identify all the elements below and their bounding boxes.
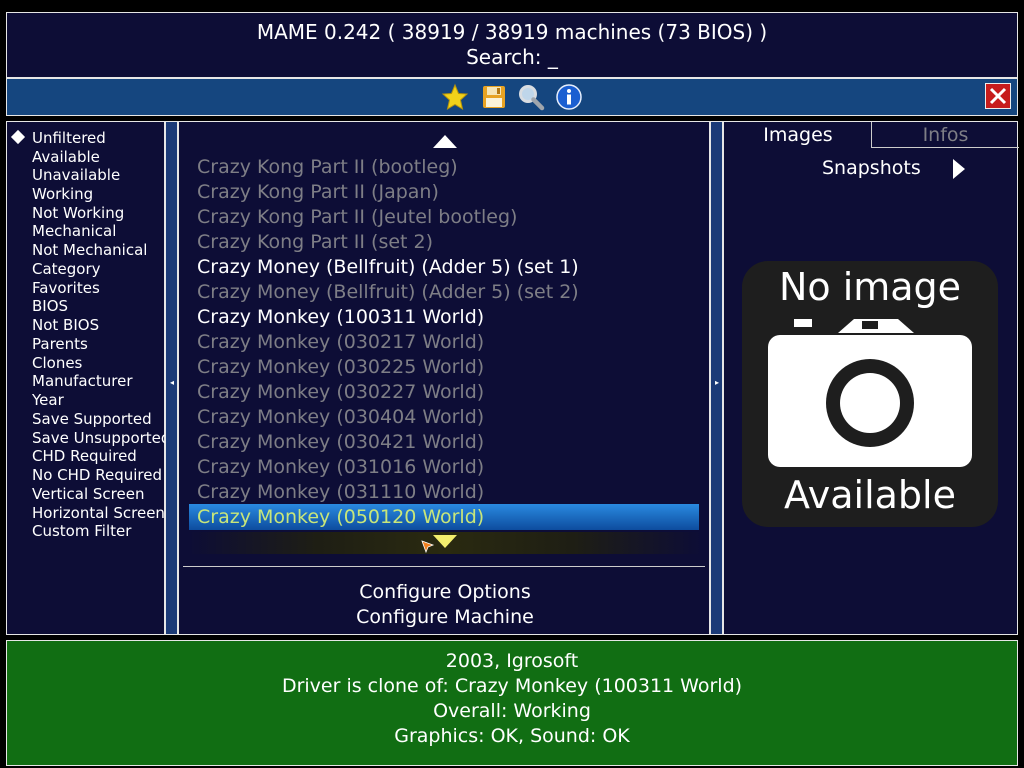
list-item[interactable]: Crazy Monkey (030404 World): [197, 405, 484, 430]
list-item-selected[interactable]: Crazy Monkey (050120 World): [197, 505, 484, 530]
list-item[interactable]: Crazy Monkey (030217 World): [197, 330, 484, 355]
list-item[interactable]: Crazy Kong Part II (Japan): [197, 180, 439, 205]
filter-item-save-supported[interactable]: Save Supported: [32, 410, 152, 428]
machine-info-panel: 2003, Igrosoft Driver is clone of: Crazy…: [6, 640, 1018, 766]
list-item[interactable]: Crazy Monkey (100311 World): [197, 305, 484, 330]
info-icon[interactable]: [555, 83, 583, 111]
machine-list: Crazy Kong Part II (bootleg) Crazy Kong …: [178, 121, 710, 635]
no-image-text: No image: [778, 265, 962, 309]
year-manufacturer: 2003, Igrosoft: [445, 650, 579, 672]
list-item[interactable]: Crazy Money (Bellfruit) (Adder 5) (set 1…: [197, 255, 579, 280]
list-item[interactable]: Crazy Monkey (031110 World): [197, 480, 484, 505]
filter-item-available[interactable]: Available: [32, 148, 100, 166]
camera-icon: [768, 319, 972, 467]
title-bar: MAME 0.242 ( 38919 / 38919 machines (73 …: [6, 12, 1018, 78]
filter-item-working[interactable]: Working: [32, 185, 93, 203]
filter-item-unavailable[interactable]: Unavailable: [32, 166, 120, 184]
driver-clone-info: Driver is clone of: Crazy Monkey (100311…: [281, 675, 743, 697]
app-title: MAME 0.242 ( 38919 / 38919 machines (73 …: [256, 20, 768, 44]
search-field[interactable]: Search: _: [7, 45, 1017, 70]
list-item[interactable]: Crazy Monkey (030227 World): [197, 380, 484, 405]
filter-item-not-mechanical[interactable]: Not Mechanical: [32, 241, 147, 259]
list-item[interactable]: Crazy Money (Bellfruit) (Adder 5) (set 2…: [197, 280, 579, 305]
collapse-right-arrow-icon: ▸: [715, 378, 720, 387]
filter-item-mechanical[interactable]: Mechanical: [32, 222, 116, 240]
filter-item-save-unsupported[interactable]: Save Unsupported: [32, 429, 170, 447]
configure-machine-button[interactable]: Configure Machine: [179, 605, 711, 629]
mouse-pointer-icon: [421, 540, 435, 554]
list-item[interactable]: Crazy Kong Part II (bootleg): [197, 155, 458, 180]
tab-infos[interactable]: Infos: [871, 122, 1019, 148]
list-item[interactable]: Crazy Kong Part II (set 2): [197, 230, 433, 255]
image-type-selector[interactable]: Snapshots: [822, 155, 921, 181]
filter-item-horizontal-screen[interactable]: Horizontal Screen: [32, 504, 165, 522]
right-panel-toggle[interactable]: ▸: [710, 121, 723, 635]
filter-item-vertical-screen[interactable]: Vertical Screen: [32, 485, 145, 503]
emulation-status: Graphics: OK, Sound: OK: [394, 725, 630, 747]
toolbar: [6, 78, 1018, 116]
collapse-left-arrow-icon: ◂: [170, 378, 175, 387]
overall-status: Overall: Working: [433, 700, 591, 722]
list-item[interactable]: Crazy Monkey (031016 World): [197, 455, 484, 480]
list-item[interactable]: Crazy Monkey (030225 World): [197, 355, 484, 380]
filter-item-category[interactable]: Category: [32, 260, 101, 278]
filter-item-year[interactable]: Year: [32, 391, 64, 409]
media-panel: Images Infos Snapshots No image Availabl…: [723, 121, 1019, 635]
filter-item-clones[interactable]: Clones: [32, 354, 82, 372]
filter-item-manufacturer[interactable]: Manufacturer: [32, 372, 133, 390]
close-icon[interactable]: [985, 83, 1011, 109]
magnifier-icon[interactable]: [517, 83, 545, 111]
no-image-placeholder: No image Available: [742, 261, 998, 527]
filter-item-unfiltered[interactable]: Unfiltered: [32, 129, 106, 147]
filter-item-no-chd-required[interactable]: No CHD Required: [32, 466, 162, 484]
scroll-down-arrow-icon[interactable]: [433, 535, 457, 548]
filter-item-chd-required[interactable]: CHD Required: [32, 447, 137, 465]
list-divider: [183, 566, 705, 567]
list-item[interactable]: Crazy Kong Part II (Jeutel bootleg): [197, 205, 517, 230]
filter-item-favorites[interactable]: Favorites: [32, 279, 100, 297]
scroll-up-arrow-icon[interactable]: [433, 135, 457, 148]
next-image-type-arrow-icon[interactable]: [953, 159, 965, 179]
list-item[interactable]: Crazy Monkey (030421 World): [197, 430, 484, 455]
selected-filter-marker-icon: [10, 129, 26, 145]
configure-options-button[interactable]: Configure Options: [179, 580, 711, 604]
filter-item-custom-filter[interactable]: Custom Filter: [32, 522, 131, 540]
tab-images[interactable]: Images: [724, 122, 872, 148]
filter-list: Unfiltered Available Unavailable Working…: [6, 121, 170, 635]
filter-item-bios[interactable]: BIOS: [32, 297, 68, 315]
available-text: Available: [783, 473, 956, 517]
filter-item-not-working[interactable]: Not Working: [32, 204, 124, 222]
left-panel-toggle[interactable]: ◂: [165, 121, 178, 635]
filter-item-parents[interactable]: Parents: [32, 335, 88, 353]
filter-item-not-bios[interactable]: Not BIOS: [32, 316, 99, 334]
star-icon[interactable]: [441, 83, 469, 111]
floppy-disk-icon[interactable]: [480, 83, 508, 111]
